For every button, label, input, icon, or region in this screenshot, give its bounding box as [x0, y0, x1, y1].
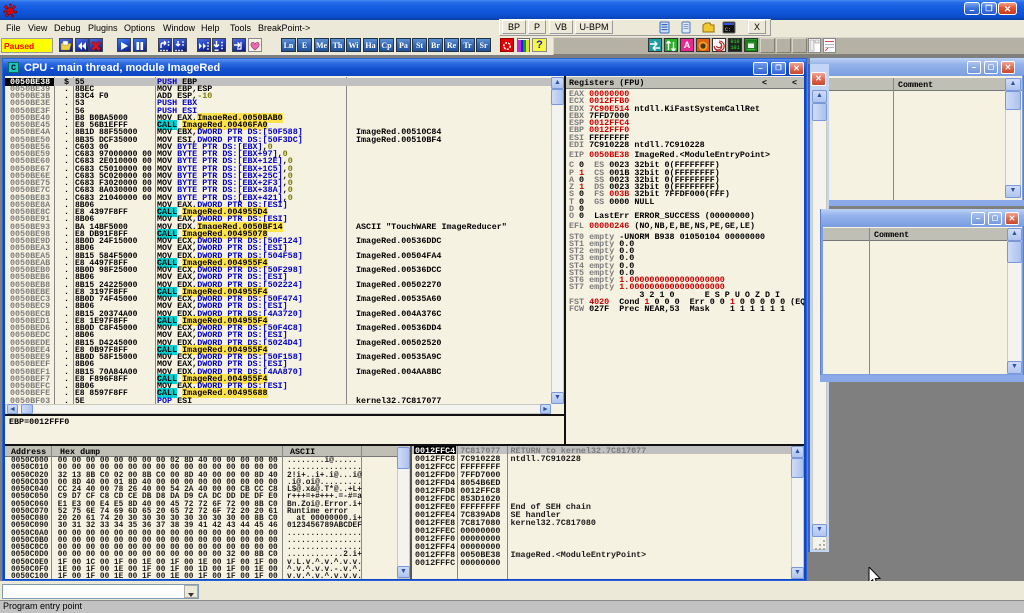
svg-text:C:: C: [725, 27, 731, 33]
